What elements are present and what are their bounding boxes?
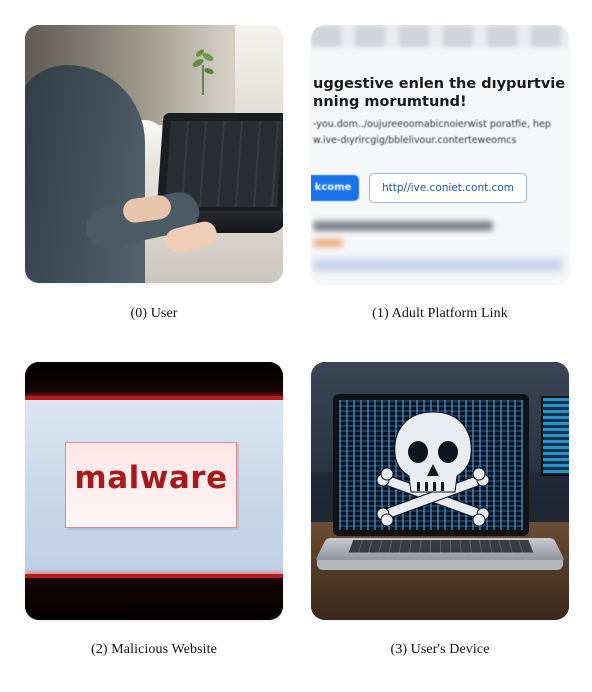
panel-users-device	[311, 362, 569, 620]
malware-screen: malware	[25, 362, 283, 620]
monitor-icon	[541, 396, 569, 476]
url-line-1: -you.dom../oujureeoomabicnoierwist porat…	[313, 119, 551, 130]
headline-line-1: uggestive enlen the dıypurtvie contect	[313, 76, 569, 92]
blurred-text	[313, 221, 493, 231]
caption-user: (0) User	[130, 306, 178, 321]
caption-adult-platform-link: (1) Adult Platform Link	[372, 306, 508, 321]
suspicious-link-button: http//ive.coniet.cont.com	[369, 173, 527, 203]
panel-adult-platform-link: uggestive enlen the dıypurtvie contect n…	[311, 25, 569, 283]
malware-label: malware	[74, 460, 228, 496]
panel-user	[25, 25, 283, 283]
caption-malicious-website: (2) Malicious Website	[91, 642, 217, 657]
welcome-button: kcome	[311, 175, 359, 201]
infected-laptop	[311, 362, 569, 620]
caption-users-device: (3) User's Device	[390, 642, 490, 657]
plant-icon	[192, 49, 214, 95]
url-line-2: w.ive-dıyrircgig/bblelivour.conterteweom…	[313, 135, 517, 146]
webpage-screenshot: uggestive enlen the dıypurtvie contect n…	[311, 25, 569, 283]
skull-crossbones-icon	[376, 411, 490, 526]
user-photo	[25, 25, 283, 283]
page-urls: -you.dom../oujureeoomabicnoierwist porat…	[313, 117, 569, 149]
panel-malicious-website: malware	[25, 362, 283, 620]
page-headline: uggestive enlen the dıypurtvie contect n…	[313, 75, 569, 111]
person-figure	[25, 65, 145, 283]
headline-line-2: nning morumtund!	[313, 94, 467, 110]
